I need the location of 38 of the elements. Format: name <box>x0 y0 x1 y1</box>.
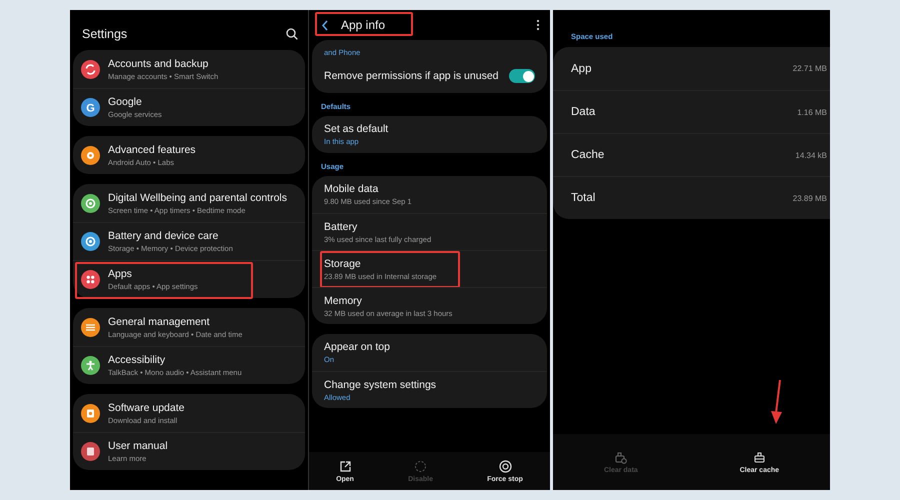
item-title: Apps <box>108 268 133 280</box>
search-icon[interactable] <box>286 28 298 40</box>
item-title: User manual <box>108 440 168 452</box>
item-title: General management <box>108 316 211 328</box>
storage-value: 1.16 MB <box>797 108 827 116</box>
back-icon[interactable] <box>321 20 329 30</box>
item-title: Advanced features <box>108 144 196 156</box>
item-title: Google <box>108 96 143 108</box>
item-title: Accounts and backup <box>108 58 210 70</box>
item-title: Appear on top <box>324 341 391 353</box>
item-title: Software update <box>108 402 184 414</box>
dashed-circle-icon <box>414 460 428 472</box>
storage-label: Cache <box>571 149 604 161</box>
screen-title: App info <box>341 18 386 32</box>
clear-data-icon <box>614 450 628 464</box>
item-title: Mobile data <box>324 183 380 195</box>
screen-title: Settings <box>82 27 128 41</box>
item-title: Set as default <box>324 123 390 135</box>
item-title: Memory <box>324 294 363 306</box>
storage-label: Total <box>571 192 596 204</box>
storage-value: 23.89 MB <box>792 194 827 202</box>
more-options-icon[interactable] <box>536 19 540 31</box>
item-title: Battery <box>324 220 358 232</box>
item-title: Storage <box>324 258 362 270</box>
open-icon <box>338 460 352 472</box>
storage-value: 14.34 kB <box>795 150 827 160</box>
item-title: Change system settings <box>324 378 438 390</box>
toggle-switch[interactable] <box>509 69 535 83</box>
toggle-label: Remove permissions if app is unused <box>324 70 499 82</box>
item-title: Accessibility <box>108 354 166 366</box>
letter-icon: G <box>81 98 100 117</box>
storage-label: Data <box>571 106 596 118</box>
item-title: Battery and device care <box>108 230 220 242</box>
item-title: Digital Wellbeing and parental controls <box>108 192 287 204</box>
clear-cache-icon <box>752 450 766 464</box>
storage-label: App <box>571 62 592 74</box>
storage-value: 22.71 MB <box>792 64 827 73</box>
stop-icon <box>498 460 512 472</box>
